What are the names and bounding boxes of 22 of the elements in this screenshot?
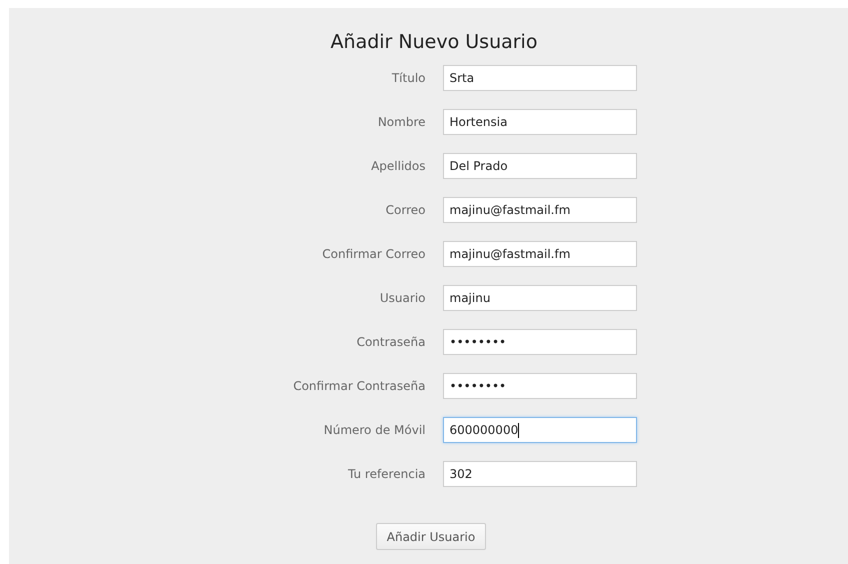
input-field[interactable]: Del Prado: [442, 153, 636, 179]
input-field[interactable]: ••••••••: [442, 329, 636, 355]
field-label: Confirmar Correo: [321, 247, 426, 261]
field-label: Confirmar Contraseña: [292, 379, 426, 393]
field-label: Contraseña: [356, 335, 426, 349]
field-label: Número de Móvil: [322, 423, 426, 437]
input-field[interactable]: Hortensia: [442, 109, 636, 135]
field-label: Tu referencia: [346, 467, 426, 481]
input-field[interactable]: majinu: [442, 285, 636, 311]
field-label: Usuario: [378, 291, 426, 305]
input-field[interactable]: ••••••••: [442, 373, 636, 399]
input-field[interactable]: 600000000: [442, 417, 636, 443]
input-field[interactable]: Srta: [442, 65, 636, 91]
input-field[interactable]: majinu@fastmail.fm: [442, 197, 636, 223]
input-field[interactable]: 302: [442, 461, 636, 487]
field-label: Apellidos: [370, 159, 426, 173]
field-label: Nombre: [376, 115, 426, 129]
add-user-button[interactable]: Añadir Usuario: [376, 523, 486, 550]
input-field[interactable]: majinu@fastmail.fm: [442, 241, 636, 267]
field-label: Título: [390, 71, 426, 85]
field-label: Correo: [384, 203, 426, 217]
form-title: Añadir Nuevo Usuario: [330, 30, 538, 54]
